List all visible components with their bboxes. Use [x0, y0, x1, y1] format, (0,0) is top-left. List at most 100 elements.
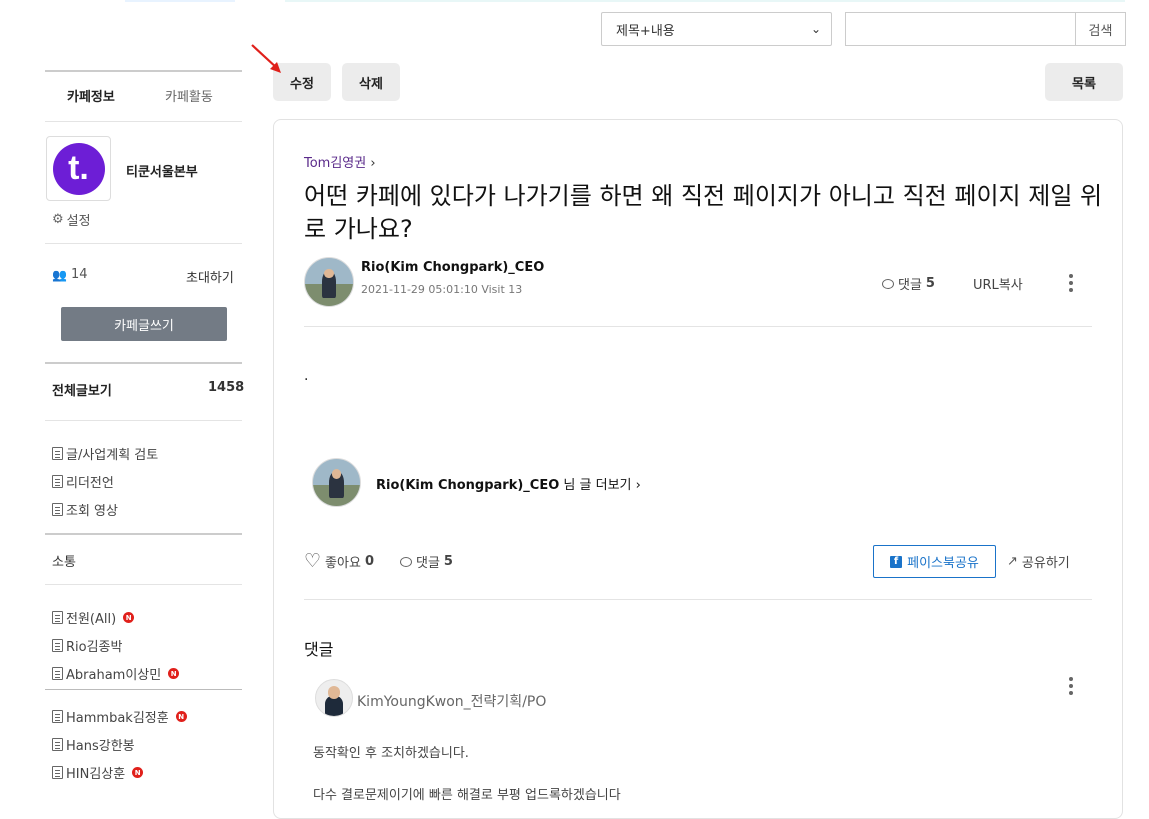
document-icon — [52, 667, 63, 680]
comment-label: 댓글 — [898, 278, 922, 293]
menu-item-label: HIN김상훈 — [66, 767, 126, 782]
list-button[interactable]: 목록 — [1045, 63, 1123, 101]
post-meta: 2021-11-29 05:01:10 Visit 13 — [361, 283, 523, 296]
menu-item-plan-review[interactable]: 글/사업계획 검토 — [52, 444, 158, 463]
search-input[interactable] — [845, 12, 1076, 46]
writer-avatar[interactable] — [312, 458, 361, 507]
share-label: 공유하기 — [1021, 556, 1070, 571]
menu-item-label: 리더전언 — [66, 476, 114, 491]
divider — [45, 584, 242, 585]
more-posts-link[interactable]: Rio(Kim Chongpark)_CEO 님 글 더보기 › — [376, 474, 641, 493]
chevron-right-icon: › — [370, 156, 376, 171]
divider — [304, 599, 1092, 600]
more-posts-writer: Rio(Kim Chongpark)_CEO — [376, 478, 560, 493]
menu-item-all[interactable]: 전원(All) N — [52, 608, 135, 627]
new-badge: N — [123, 612, 135, 623]
divider — [45, 121, 242, 122]
comment-more-options-icon[interactable] — [1069, 677, 1073, 695]
settings-label: 설정 — [66, 214, 91, 229]
cafe-name[interactable]: 티쿤서울본부 — [126, 161, 198, 180]
search-type-select[interactable]: 제목+내용 ⌄ — [601, 12, 832, 46]
board-link[interactable]: Tom김영권 › — [304, 152, 376, 171]
board-link-label: Tom김영권 — [304, 156, 367, 171]
writer-name[interactable]: Rio(Kim Chongpark)_CEO — [361, 260, 544, 275]
invite-link[interactable]: 초대하기 — [186, 267, 234, 286]
document-icon — [52, 738, 63, 751]
comment-count-link[interactable]: 댓글 5 — [400, 552, 453, 571]
menu-item-hans[interactable]: Hans강한봉 — [52, 735, 135, 754]
post-title: 어떤 카페에 있다가 나가기를 하면 왜 직전 페이지가 아니고 직전 페이지 … — [304, 182, 1103, 243]
document-icon — [52, 611, 63, 624]
comments-title: 댓글 — [304, 640, 334, 659]
chevron-right-icon: › — [635, 478, 641, 493]
comment-count-link[interactable]: 댓글 5 — [882, 274, 935, 293]
sidebar-top-divider — [45, 70, 242, 72]
menu-item-abraham[interactable]: Abraham이상민 N — [52, 664, 180, 683]
more-posts-suffix: 님 글 더보기 — [563, 478, 632, 493]
document-icon — [52, 710, 63, 723]
new-badge: N — [132, 767, 144, 778]
top-accent-line — [125, 0, 235, 2]
member-count-value: 14 — [70, 267, 88, 282]
new-badge: N — [168, 668, 180, 679]
like-label: 좋아요 — [325, 556, 361, 571]
delete-button[interactable]: 삭제 — [342, 63, 400, 101]
menu-item-label: Hammbak김정훈 — [66, 711, 169, 726]
facebook-share-label: 페이스북공유 — [907, 556, 979, 571]
divider — [45, 689, 242, 690]
document-icon — [52, 503, 63, 516]
menu-item-label: 글/사업계획 검토 — [66, 448, 159, 463]
search-button[interactable]: 검색 — [1075, 12, 1126, 46]
settings-link[interactable]: ⚙ 설정 — [52, 210, 91, 229]
document-icon — [52, 447, 63, 460]
share-icon: ↗ — [1007, 554, 1018, 569]
all-posts-count: 1458 — [208, 380, 245, 395]
comment-bubble-icon — [882, 278, 894, 289]
cafe-logo[interactable]: t. — [46, 136, 111, 201]
divider — [45, 533, 242, 535]
comment-bubble-icon — [400, 556, 412, 567]
comment-count: 5 — [925, 276, 935, 291]
menu-item-rio[interactable]: Rio김종박 — [52, 636, 122, 655]
menu-item-label: Abraham이상민 — [66, 668, 162, 683]
like-count: 0 — [364, 554, 374, 569]
menu-item-label: 전원(All) — [66, 612, 117, 627]
commenter-name[interactable]: KimYoungKwon_전략기획/PO — [357, 691, 546, 711]
post-body: . — [304, 368, 309, 384]
tab-cafe-activity[interactable]: 카페활동 — [165, 86, 213, 105]
share-button[interactable]: ↗ 공유하기 — [1007, 552, 1070, 571]
menu-item-hammbak[interactable]: Hammbak김정훈 N — [52, 707, 187, 726]
divider — [45, 243, 242, 244]
annotation-arrow-icon — [251, 44, 281, 73]
like-button[interactable]: ♡ 좋아요 0 — [304, 550, 374, 572]
document-icon — [52, 766, 63, 779]
write-post-button[interactable]: 카페글쓰기 — [61, 307, 227, 341]
divider — [304, 326, 1092, 327]
menu-item-label: Rio김종박 — [66, 640, 123, 655]
menu-item-label: 조회 영상 — [66, 504, 118, 519]
menu-item-leader-message[interactable]: 리더전언 — [52, 472, 114, 491]
writer-avatar[interactable] — [304, 257, 354, 307]
menu-item-hin[interactable]: HIN김상훈 N — [52, 763, 144, 782]
gear-icon: ⚙ — [52, 212, 64, 227]
document-icon — [52, 475, 63, 488]
new-badge: N — [175, 711, 187, 722]
cafe-logo-mark: t. — [52, 142, 105, 195]
facebook-share-button[interactable]: f 페이스북공유 — [873, 545, 996, 578]
commenter-avatar[interactable] — [315, 679, 353, 717]
heart-icon: ♡ — [304, 550, 322, 572]
comment-text: 다수 결로문제이기에 빠른 해결로 부평 업드록하겠습니다 — [313, 788, 621, 803]
menu-item-label: Hans강한봉 — [66, 739, 135, 754]
divider — [45, 420, 242, 421]
section-label: 소통 — [52, 555, 76, 570]
menu-item-meeting-video[interactable]: 조회 영상 — [52, 500, 118, 519]
all-posts-link[interactable]: 전체글보기 — [52, 380, 112, 399]
comment-count: 5 — [443, 554, 453, 569]
more-options-icon[interactable] — [1069, 274, 1073, 292]
members-icon: 👥 — [52, 267, 67, 282]
url-copy-button[interactable]: URL복사 — [973, 274, 1023, 293]
tab-cafe-info[interactable]: 카페정보 — [67, 86, 115, 105]
search-type-value: 제목+내용 — [616, 23, 675, 39]
member-count[interactable]: 👥 14 — [52, 267, 88, 282]
top-accent-line — [285, 0, 1125, 2]
